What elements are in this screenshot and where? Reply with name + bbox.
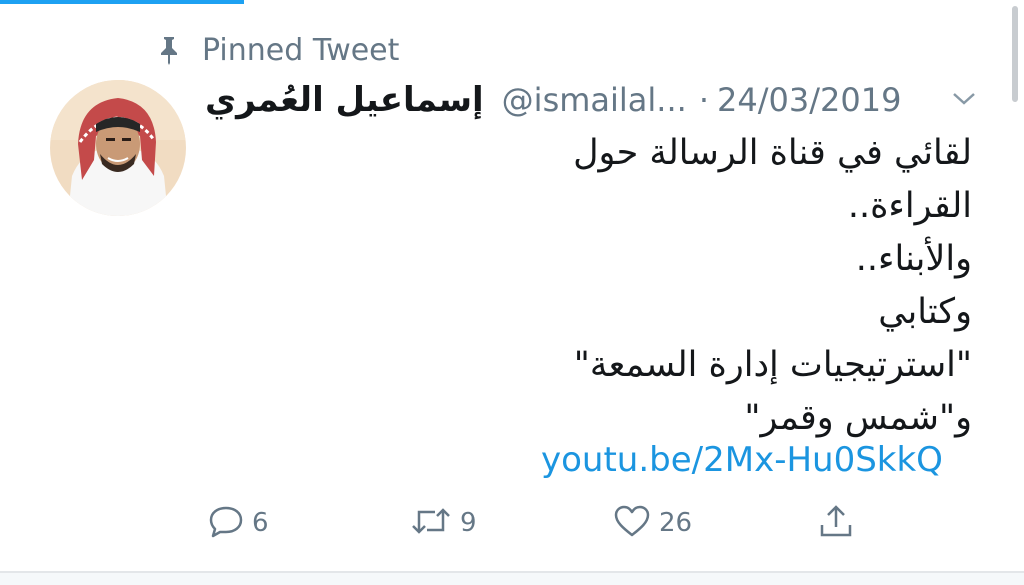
retweet-icon — [410, 504, 452, 542]
tweet-line: وكتابي — [878, 292, 972, 332]
reply-count: 6 — [252, 508, 269, 538]
tweet-link[interactable]: youtu.be/2Mx-Hu0SkkQ — [541, 440, 943, 480]
retweet-count: 9 — [460, 508, 477, 538]
next-item-strip — [0, 573, 1024, 585]
tweet-body: لقائي في قناة الرسالة حول القراءة.. والأ… — [252, 127, 972, 445]
pin-icon — [152, 33, 186, 67]
like-icon — [613, 504, 651, 542]
reply-button[interactable]: 6 — [208, 498, 269, 548]
user-display-name[interactable]: إسماعيل العُمري — [205, 80, 484, 120]
tweet-header: إسماعيل العُمري @ismailal... · 24/03/201… — [205, 78, 901, 122]
like-count: 26 — [659, 508, 693, 538]
tweet-date[interactable]: 24/03/2019 — [717, 81, 901, 119]
pinned-tweet-label: Pinned Tweet — [202, 32, 400, 68]
separator-dot: · — [698, 81, 709, 119]
chevron-down-icon — [951, 91, 977, 111]
tweet-line: لقائي في قناة الرسالة حول — [573, 133, 972, 173]
tweet-line: والأبناء.. — [855, 239, 972, 279]
pinned-tweet-indicator: Pinned Tweet — [152, 30, 399, 70]
like-button[interactable]: 26 — [613, 498, 692, 548]
scrollbar[interactable] — [1010, 0, 1020, 118]
scrollbar-thumb[interactable] — [1012, 6, 1018, 102]
loading-progress-bar — [0, 0, 244, 4]
avatar[interactable] — [50, 80, 186, 216]
user-handle[interactable]: @ismailal... — [502, 81, 687, 119]
reply-icon — [208, 504, 244, 542]
tweet-line: و"شمس وقمر" — [744, 398, 972, 438]
tweet-line: "استرتيجيات إدارة السمعة" — [573, 345, 972, 385]
share-button[interactable] — [818, 498, 854, 548]
tweet-line: القراءة.. — [847, 186, 972, 226]
share-icon — [818, 503, 854, 543]
tweet-menu-button[interactable] — [942, 86, 986, 116]
retweet-button[interactable]: 9 — [410, 498, 477, 548]
